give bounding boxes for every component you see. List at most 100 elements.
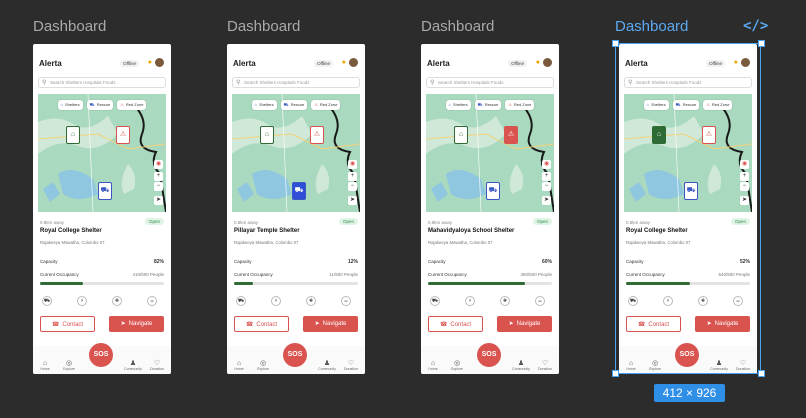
rescue-pin[interactable]: ⛟ — [292, 182, 306, 200]
rescue-pin[interactable]: ⛟ — [98, 182, 112, 200]
bell-icon[interactable]: ● — [734, 59, 738, 66]
shelter-card[interactable]: 0.8km away Open Mahavidyaloya School She… — [426, 212, 554, 344]
nav-explore[interactable]: ◎ Explore — [645, 359, 665, 371]
code-icon[interactable]: </> — [743, 18, 768, 34]
zoom-out-button[interactable]: − — [154, 182, 163, 191]
nav-community[interactable]: ♟ Community — [709, 359, 729, 371]
zoom-in-button[interactable]: + — [154, 172, 163, 181]
chip-shelters[interactable]: ⌂ Shelters — [57, 100, 83, 110]
chip-shelters[interactable]: ⌂ Shelters — [251, 100, 277, 110]
search-input[interactable]: ⚲ Search Shelters Hospitals Foods — [624, 77, 752, 88]
red-zone-pin[interactable]: ⚠ — [702, 126, 716, 144]
chip-red-zone[interactable]: ⚠ Red Zone — [505, 100, 535, 110]
sos-button[interactable]: SOS — [477, 343, 501, 367]
search-input[interactable]: ⚲ Search Shelters Hospitals Foods — [426, 77, 554, 88]
frame-label-3[interactable]: Dashboard — [421, 18, 494, 35]
chip-red-zone[interactable]: ⚠ Red Zone — [117, 100, 147, 110]
chip-rescue[interactable]: ⛟ Rescue — [280, 100, 308, 110]
sos-button[interactable]: SOS — [283, 343, 307, 367]
chip-shelters[interactable]: ⌂ Shelters — [445, 100, 471, 110]
chip-rescue[interactable]: ⛟ Rescue — [86, 100, 114, 110]
locate-icon[interactable]: ◉ — [154, 160, 163, 169]
resize-handle-bl[interactable] — [612, 370, 619, 377]
contact-button[interactable]: ☎ Contact — [40, 316, 95, 332]
offline-badge[interactable]: Offline — [508, 60, 527, 67]
resize-handle-tr[interactable] — [758, 40, 765, 47]
navigate-button[interactable]: ➤ Navigate — [109, 316, 164, 332]
map-view[interactable]: ⌂ Shelters ⛟ Rescue ⚠ Red Zone ⌂ ⚠ ⛟ ◉ + − … — [426, 94, 554, 212]
nav-explore[interactable]: ◎ Explore — [253, 359, 273, 371]
nav-home[interactable]: ⌂ Home — [423, 360, 443, 371]
avatar[interactable] — [349, 58, 358, 67]
zoom-in-button[interactable]: + — [542, 172, 551, 181]
frame-label-2[interactable]: Dashboard — [227, 18, 300, 35]
nav-community[interactable]: ♟ Community — [317, 359, 337, 371]
compass-icon[interactable]: ➤ — [154, 196, 163, 205]
navigate-button[interactable]: ➤ Navigate — [497, 316, 552, 332]
offline-badge[interactable]: Offline — [120, 60, 139, 67]
compass-icon[interactable]: ➤ — [740, 196, 749, 205]
shelter-pin[interactable]: ⌂ — [454, 126, 468, 144]
offline-badge[interactable]: Offline — [314, 60, 333, 67]
map-view[interactable]: ⌂ Shelters ⛟ Rescue ⚠ Red Zone ⌂ ⚠ ⛟ ◉ + − … — [624, 94, 752, 212]
nav-donation[interactable]: ♡ Donation — [733, 359, 753, 371]
bell-icon[interactable]: ● — [342, 59, 346, 66]
red-zone-pin[interactable]: ⚠ — [504, 126, 518, 144]
compass-icon[interactable]: ➤ — [542, 196, 551, 205]
nav-home[interactable]: ⌂ Home — [229, 360, 249, 371]
shelter-card[interactable]: 0.8km away Open Royal College Shelter Ra… — [624, 212, 752, 344]
locate-icon[interactable]: ◉ — [740, 160, 749, 169]
sos-button[interactable]: SOS — [675, 343, 699, 367]
navigate-button[interactable]: ➤ Navigate — [695, 316, 750, 332]
shelter-card[interactable]: 0.8km away Open Pillayar Temple Shelter … — [232, 212, 360, 344]
chip-red-zone[interactable]: ⚠ Red Zone — [311, 100, 341, 110]
search-input[interactable]: ⚲ Search Shelters Hospitals Foods — [38, 77, 166, 88]
shelter-pin[interactable]: ⌂ — [652, 126, 666, 144]
map-view[interactable]: ⌂ Shelters ⛟ Rescue ⚠ Red Zone ⌂ ⚠ ⛟ ◉ + − … — [38, 94, 166, 212]
chip-red-zone[interactable]: ⚠ Red Zone — [703, 100, 733, 110]
nav-donation[interactable]: ♡ Donation — [341, 359, 361, 371]
red-zone-pin[interactable]: ⚠ — [116, 126, 130, 144]
shelter-card[interactable]: 0.8km away Open Royal College Shelter Ra… — [38, 212, 166, 344]
nav-home[interactable]: ⌂ Home — [35, 360, 55, 371]
avatar[interactable] — [155, 58, 164, 67]
contact-button[interactable]: ☎ Contact — [234, 316, 289, 332]
contact-button[interactable]: ☎ Contact — [626, 316, 681, 332]
bell-icon[interactable]: ● — [148, 59, 152, 66]
nav-donation[interactable]: ♡ Donation — [147, 359, 167, 371]
red-zone-pin[interactable]: ⚠ — [310, 126, 324, 144]
bell-icon[interactable]: ● — [536, 59, 540, 66]
chip-shelters[interactable]: ⌂ Shelters — [643, 100, 669, 110]
search-input[interactable]: ⚲ Search Shelters Hospitals Foods — [232, 77, 360, 88]
nav-explore[interactable]: ◎ Explore — [59, 359, 79, 371]
sos-button[interactable]: SOS — [89, 343, 113, 367]
rescue-pin[interactable]: ⛟ — [684, 182, 698, 200]
nav-donation[interactable]: ♡ Donation — [535, 359, 555, 371]
avatar[interactable] — [543, 58, 552, 67]
locate-icon[interactable]: ◉ — [348, 160, 357, 169]
chip-rescue[interactable]: ⛟ Rescue — [474, 100, 502, 110]
resize-handle-tl[interactable] — [612, 40, 619, 47]
compass-icon[interactable]: ➤ — [348, 196, 357, 205]
frame-label-4-selected[interactable]: Dashboard — [615, 18, 688, 35]
rescue-pin[interactable]: ⛟ — [486, 182, 500, 200]
nav-explore[interactable]: ◎ Explore — [447, 359, 467, 371]
offline-badge[interactable]: Offline — [706, 60, 725, 67]
map-view[interactable]: ⌂ Shelters ⛟ Rescue ⚠ Red Zone ⌂ ⚠ ⛟ ◉ + − … — [232, 94, 360, 212]
frame-label-1[interactable]: Dashboard — [33, 18, 106, 35]
locate-icon[interactable]: ◉ — [542, 160, 551, 169]
zoom-out-button[interactable]: − — [740, 182, 749, 191]
zoom-out-button[interactable]: − — [348, 182, 357, 191]
avatar[interactable] — [741, 58, 750, 67]
nav-community[interactable]: ♟ Community — [511, 359, 531, 371]
chip-rescue[interactable]: ⛟ Rescue — [672, 100, 700, 110]
shelter-pin[interactable]: ⌂ — [260, 126, 274, 144]
contact-button[interactable]: ☎ Contact — [428, 316, 483, 332]
nav-community[interactable]: ♟ Community — [123, 359, 143, 371]
shelter-pin[interactable]: ⌂ — [66, 126, 80, 144]
navigate-button[interactable]: ➤ Navigate — [303, 316, 358, 332]
resize-handle-br[interactable] — [758, 370, 765, 377]
zoom-in-button[interactable]: + — [348, 172, 357, 181]
zoom-out-button[interactable]: − — [542, 182, 551, 191]
zoom-in-button[interactable]: + — [740, 172, 749, 181]
